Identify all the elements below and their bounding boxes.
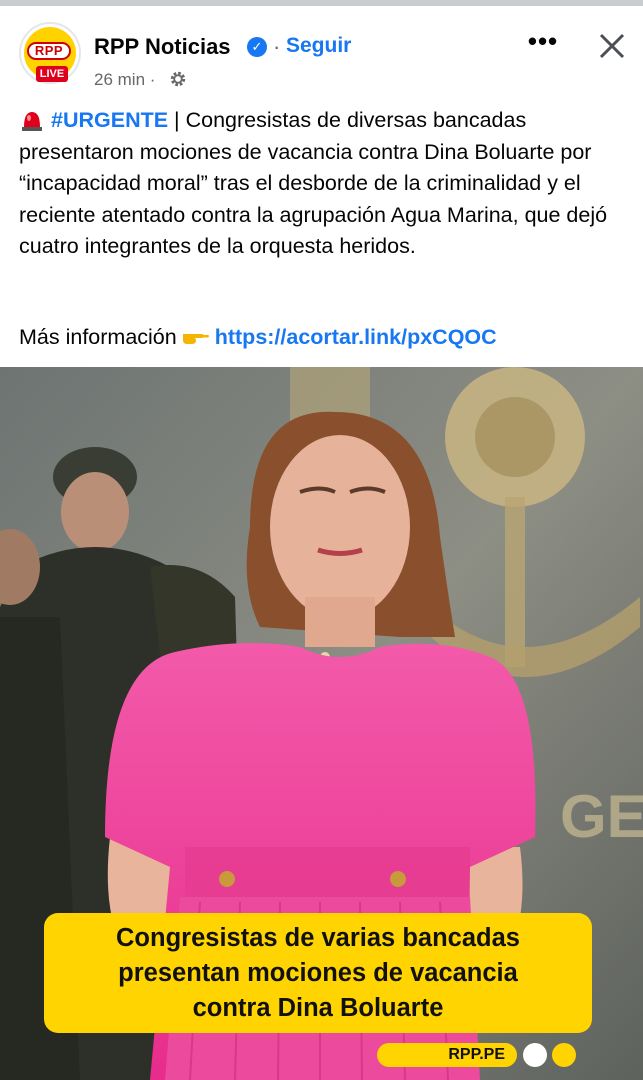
svg-text:GE: GE: [560, 783, 643, 850]
avatar-live-badge: LIVE: [36, 66, 68, 82]
post-text: #URGENTE | Congresistas de diversas banc…: [19, 105, 629, 263]
header-separator: ·: [273, 34, 281, 59]
image-caption-banner: Congresistas de varias bancadas presenta…: [44, 913, 592, 1033]
brand-watermark: RPP.PE: [377, 1043, 517, 1067]
brand-dot-yellow: [552, 1043, 576, 1067]
avatar-logo: RPP: [27, 42, 71, 60]
hashtag-link[interactable]: #URGENTE: [51, 108, 168, 132]
post-time[interactable]: 26 min ·: [94, 70, 155, 90]
post-header: RPP LIVE RPP Noticias ✓ · Seguir 26 min …: [0, 6, 643, 96]
follow-button[interactable]: Seguir: [286, 34, 351, 58]
more-info-label: Más información: [19, 325, 177, 349]
siren-icon: [22, 112, 42, 131]
gear-icon[interactable]: [169, 70, 187, 88]
more-options-icon[interactable]: •••: [525, 28, 561, 58]
caption-line-1: Congresistas de varias bancadas: [116, 924, 520, 952]
more-info-line: Más información https://acortar.link/pxC…: [19, 325, 497, 350]
close-icon[interactable]: [594, 28, 630, 64]
brand-dot-white: [523, 1043, 547, 1067]
pointing-hand-icon: [182, 334, 209, 344]
article-link[interactable]: https://acortar.link/pxCQOC: [215, 325, 497, 349]
caption-line-2: presentan mociones de vacancia: [118, 959, 518, 987]
page-avatar[interactable]: RPP LIVE: [19, 22, 81, 84]
caption-line-3: contra Dina Boluarte: [192, 994, 444, 1022]
page-name[interactable]: RPP Noticias: [94, 34, 231, 60]
verified-badge-icon: ✓: [247, 37, 267, 57]
